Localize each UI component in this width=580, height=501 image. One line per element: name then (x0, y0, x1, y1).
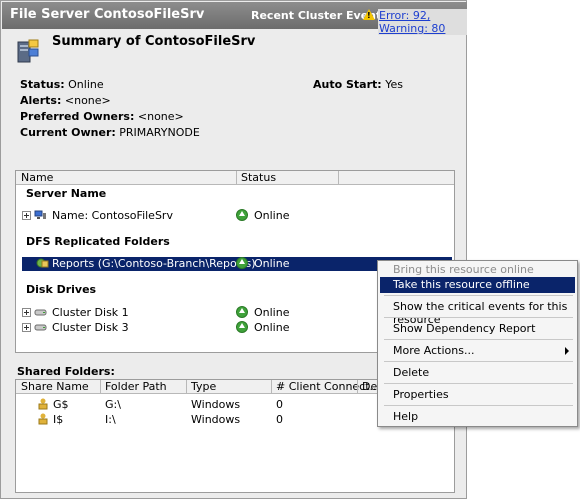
menu-item-label: Bring this resource online (393, 263, 534, 276)
current-owner-label: Current Owner: (20, 126, 116, 139)
menu-delete[interactable]: Delete (380, 365, 575, 381)
preferred-owners-label: Preferred Owners: (20, 110, 135, 123)
column-divider (271, 380, 272, 394)
column-divider (186, 380, 187, 394)
expand-icon[interactable] (22, 211, 31, 220)
online-icon (236, 321, 248, 333)
network-name-icon (34, 210, 46, 219)
menu-separator (384, 339, 573, 340)
autostart-label: Auto Start: (313, 78, 382, 91)
group-server-name: Server Name (26, 187, 107, 200)
menu-item-label: More Actions... (393, 344, 475, 357)
alerts-value: <none> (64, 94, 111, 107)
resource-status: Online (254, 321, 290, 334)
preferred-owners-value: <none> (137, 110, 184, 123)
share-path: G:\ (105, 398, 121, 411)
share-type: Windows (191, 413, 241, 426)
resource-status: Online (254, 257, 290, 270)
resources-header: Name Status (16, 171, 454, 185)
shared-folders-label: Shared Folders: (17, 365, 115, 378)
column-status[interactable]: Status (241, 171, 276, 184)
expand-icon[interactable] (22, 308, 31, 317)
context-menu: Bring this resource online Take this res… (377, 260, 578, 427)
menu-separator (384, 405, 573, 406)
menu-item-label: Properties (393, 388, 449, 401)
menu-more-actions[interactable]: More Actions... (380, 343, 575, 359)
title-bar: File Server ContosoFileSrv Recent Cluste… (2, 2, 467, 35)
status-property: Status: Online (20, 78, 104, 91)
resource-status: Online (254, 306, 290, 319)
online-icon (236, 257, 248, 269)
menu-separator (384, 361, 573, 362)
preferred-owners-property: Preferred Owners: <none> (20, 110, 184, 123)
disk-icon (34, 309, 47, 316)
share-name: G$ (53, 398, 69, 411)
menu-bring-online[interactable]: Bring this resource online (380, 262, 575, 278)
column-divider (357, 380, 358, 394)
share-name: I$ (53, 413, 64, 426)
resource-row-server-name[interactable]: Name: ContosoFileSrv Online (22, 209, 452, 223)
expand-icon[interactable] (22, 323, 31, 332)
column-folder-path[interactable]: Folder Path (105, 380, 167, 393)
disk-icon (34, 324, 47, 331)
menu-separator (384, 317, 573, 318)
share-clients: 0 (276, 398, 283, 411)
column-divider (100, 380, 101, 394)
resource-name: Reports (G:\Contoso-Branch\Reports) (52, 257, 256, 270)
online-icon (236, 209, 248, 221)
menu-item-label: Take this resource offline (393, 278, 530, 291)
submenu-arrow-icon (565, 347, 569, 355)
dfs-folder-icon (36, 258, 49, 268)
column-name[interactable]: Name (21, 171, 53, 184)
resource-name: Cluster Disk 1 (52, 306, 129, 319)
autostart-value: Yes (385, 78, 403, 91)
menu-item-label: Help (393, 410, 419, 423)
menu-help[interactable]: Help (380, 409, 575, 425)
warning-mark-icon: ! (367, 11, 371, 20)
status-label: Status: (20, 78, 65, 91)
menu-dependency-report[interactable]: Show Dependency Report (380, 321, 575, 337)
resource-name: Cluster Disk 3 (52, 321, 129, 334)
column-divider (236, 171, 237, 185)
group-dfs: DFS Replicated Folders (26, 235, 170, 248)
summary-title: Summary of ContosoFileSrv (52, 34, 256, 49)
share-path: I:\ (105, 413, 116, 426)
resource-status: Online (254, 209, 290, 222)
menu-separator (384, 295, 573, 296)
menu-take-offline[interactable]: Take this resource offline (380, 277, 575, 293)
resource-name: Name: ContosoFileSrv (52, 209, 173, 222)
menu-properties[interactable]: Properties (380, 387, 575, 403)
shared-folder-icon (38, 413, 48, 425)
events-link[interactable]: Error: 92, Warning: 80 (378, 9, 467, 35)
current-owner-value: PRIMARYNODE (119, 126, 200, 139)
group-disk-drives: Disk Drives (26, 283, 97, 296)
shared-folder-icon (38, 398, 48, 410)
alerts-label: Alerts: (20, 94, 62, 107)
online-icon (236, 306, 248, 318)
autostart-property: Auto Start: Yes (313, 78, 403, 91)
column-share-name[interactable]: Share Name (21, 380, 89, 393)
current-owner-property: Current Owner: PRIMARYNODE (20, 126, 200, 139)
menu-separator (384, 383, 573, 384)
column-divider (338, 171, 339, 185)
column-type[interactable]: Type (191, 380, 216, 393)
menu-item-label: Show Dependency Report (393, 322, 536, 335)
share-type: Windows (191, 398, 241, 411)
alerts-property: Alerts: <none> (20, 94, 111, 107)
menu-show-critical-events[interactable]: Show the critical events for this resour… (380, 299, 575, 326)
menu-item-label: Delete (393, 366, 430, 379)
file-server-icon (17, 39, 39, 63)
share-clients: 0 (276, 413, 283, 426)
window-title: File Server ContosoFileSrv (10, 7, 205, 22)
status-value: Online (68, 78, 104, 91)
